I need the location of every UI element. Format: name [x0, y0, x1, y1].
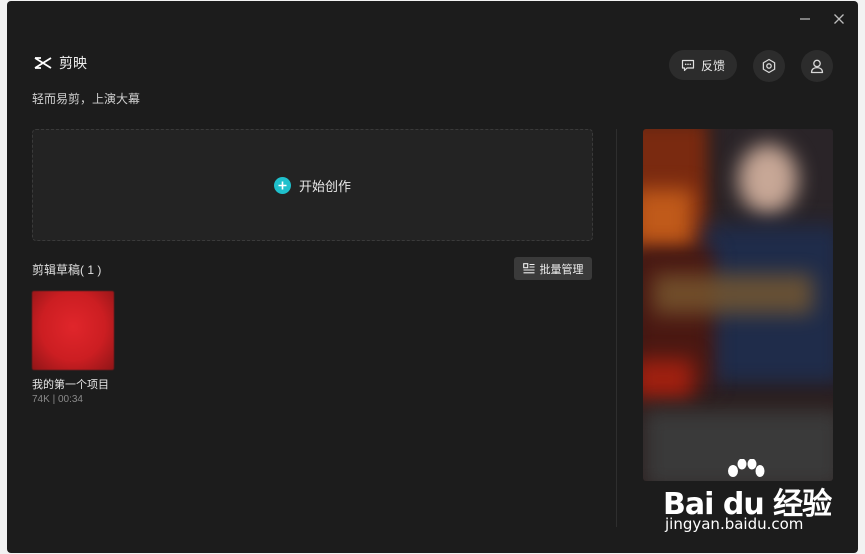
brand-name: 剪映 [59, 55, 87, 71]
minimize-icon [800, 18, 810, 20]
plus-circle-icon [273, 176, 291, 194]
draft-card[interactable]: 我的第一个项目 74K | 00:34 [32, 291, 116, 405]
close-icon [834, 14, 844, 24]
start-create-label: 开始创作 [298, 178, 351, 194]
drafts-title: 剪辑草稿( 1 ) [32, 263, 102, 277]
hexagon-settings-icon [762, 58, 776, 74]
user-button[interactable] [801, 50, 833, 82]
feedback-button[interactable]: 反馈 [669, 50, 737, 80]
watermark-url: jingyan.baidu.com [665, 515, 804, 533]
chat-bubble-icon [681, 59, 695, 71]
minimize-button[interactable] [794, 9, 816, 29]
baidu-watermark: Bai du 经验 jingyan.baidu.com [663, 459, 843, 541]
list-manage-icon [522, 263, 534, 274]
user-icon [810, 59, 824, 74]
feedback-label: 反馈 [700, 58, 725, 73]
draft-thumbnail[interactable] [32, 291, 114, 370]
settings-button[interactable] [753, 50, 785, 82]
tagline: 轻而易剪，上演大幕 [32, 92, 141, 106]
promo-banner[interactable] [643, 129, 833, 481]
batch-manage-label: 批量管理 [539, 263, 584, 276]
draft-meta: 74K | 00:34 [32, 394, 83, 405]
app-window: 剪映 轻而易剪，上演大幕 反馈 开始创作 剪辑草稿( 1 ) 批量管理 我的第一… [7, 1, 858, 553]
draft-name: 我的第一个项目 [32, 379, 109, 391]
start-create-button[interactable]: 开始创作 [32, 129, 593, 241]
panel-divider [616, 129, 617, 527]
batch-manage-button[interactable]: 批量管理 [514, 257, 592, 280]
capcut-logo-icon [34, 57, 52, 69]
brand: 剪映 [33, 53, 87, 73]
close-button[interactable] [828, 9, 850, 29]
